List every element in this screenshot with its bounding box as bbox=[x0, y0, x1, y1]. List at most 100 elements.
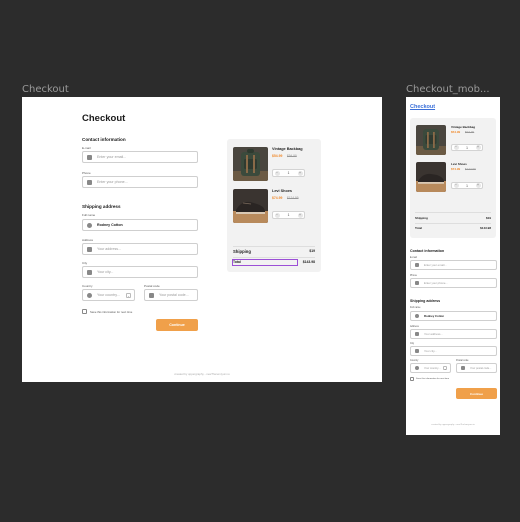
backpack-image bbox=[416, 125, 446, 155]
chevron-down-icon[interactable]: ⌄ bbox=[126, 293, 131, 298]
phone-field[interactable]: Enter your phone... bbox=[82, 176, 198, 188]
phone-placeholder: Enter your phone... bbox=[97, 180, 128, 184]
shipping-label: Shipping bbox=[415, 216, 428, 220]
city-field[interactable]: Your city... bbox=[410, 346, 497, 356]
quantity-stepper[interactable]: − 1 + bbox=[272, 169, 305, 177]
city-label: City bbox=[410, 342, 415, 345]
fullname-label: Full name bbox=[82, 213, 96, 217]
credit-footer: created by uppergraphy - newThe/emiyum.i… bbox=[174, 372, 230, 376]
save-info-label: Save this information for next time bbox=[416, 377, 450, 380]
total-label: Total bbox=[415, 226, 422, 230]
postal-field[interactable]: Your postal code... bbox=[456, 363, 497, 373]
minus-icon[interactable]: − bbox=[274, 212, 280, 218]
phone-placeholder: Enter your phone... bbox=[424, 281, 448, 285]
country-label: Country bbox=[82, 284, 93, 288]
shipping-value: $19 bbox=[309, 249, 315, 253]
item-price: $74.99 bbox=[451, 167, 461, 171]
country-placeholder: Your country... bbox=[424, 366, 441, 370]
home-icon bbox=[87, 246, 92, 252]
summary-divider bbox=[233, 257, 315, 258]
plus-icon[interactable]: + bbox=[475, 145, 481, 150]
email-field[interactable]: Enter your email... bbox=[82, 151, 198, 163]
mailbox-icon bbox=[461, 366, 465, 370]
item-name: Vintage Backbag bbox=[272, 147, 303, 151]
address-field[interactable]: Your address... bbox=[82, 243, 198, 255]
fullname-field[interactable]: Rodney Cotton bbox=[410, 311, 497, 321]
save-info-checkbox[interactable] bbox=[410, 377, 414, 381]
desktop-checkout-frame[interactable]: Checkout Contact information E-mail Ente… bbox=[22, 97, 382, 382]
building-icon bbox=[415, 349, 419, 353]
desktop-frame-label[interactable]: Checkout bbox=[22, 84, 69, 95]
fullname-value: Rodney Cotton bbox=[97, 223, 123, 227]
mobile-checkout-frame[interactable]: Checkout Vintage Backbag $54.99 $94.99 −… bbox=[406, 97, 500, 435]
postal-field[interactable]: Your postal code... bbox=[144, 289, 198, 301]
address-placeholder: Your address... bbox=[97, 247, 122, 251]
total-value: $143.98 bbox=[480, 226, 491, 230]
postal-label: Postal code bbox=[456, 359, 469, 362]
plus-icon[interactable]: + bbox=[297, 170, 303, 176]
item-price: $74.99 bbox=[272, 196, 283, 200]
country-select[interactable]: Your country... ⌄ bbox=[410, 363, 451, 373]
email-field[interactable]: Enter your email... bbox=[410, 260, 497, 270]
phone-icon bbox=[415, 281, 419, 285]
summary-divider bbox=[415, 212, 491, 213]
country-placeholder: Your country... bbox=[97, 293, 120, 297]
plus-icon[interactable]: + bbox=[297, 212, 303, 218]
quantity-stepper[interactable]: − 1 + bbox=[451, 182, 483, 189]
globe-icon bbox=[87, 292, 92, 298]
email-placeholder: Enter your email... bbox=[97, 155, 127, 159]
shoes-image bbox=[416, 162, 446, 192]
contact-heading: Contact information bbox=[82, 137, 126, 142]
item-price: $54.99 bbox=[272, 154, 283, 158]
quantity-value: 1 bbox=[466, 145, 468, 150]
fullname-field[interactable]: Rodney Cotton bbox=[82, 219, 198, 231]
quantity-stepper[interactable]: − 1 + bbox=[451, 144, 483, 151]
address-field[interactable]: Your address... bbox=[410, 329, 497, 339]
selection-outline[interactable] bbox=[232, 259, 298, 266]
minus-icon[interactable]: − bbox=[274, 170, 280, 176]
building-icon bbox=[87, 269, 92, 275]
quantity-stepper[interactable]: − 1 + bbox=[272, 211, 305, 219]
save-info-checkbox[interactable] bbox=[82, 309, 87, 314]
order-summary-panel: Vintage Backbag $54.99 $94.99 − 1 + Levi… bbox=[227, 139, 321, 272]
continue-button[interactable]: Continue bbox=[456, 388, 497, 399]
postal-label: Postal code bbox=[144, 284, 160, 288]
plus-icon[interactable]: + bbox=[475, 183, 481, 188]
postal-placeholder: Your postal code... bbox=[470, 366, 492, 370]
chevron-down-icon[interactable]: ⌄ bbox=[443, 366, 447, 371]
minus-icon[interactable]: − bbox=[453, 145, 459, 150]
page-title: Checkout bbox=[82, 113, 126, 124]
contact-heading: Contact information bbox=[410, 249, 445, 253]
mail-icon bbox=[415, 263, 419, 267]
fullname-value: Rodney Cotton bbox=[424, 314, 445, 318]
email-label: E-mail bbox=[410, 256, 417, 259]
quantity-value: 1 bbox=[287, 213, 290, 217]
shipping-row: Shipping $19 bbox=[415, 216, 491, 220]
address-label: Address bbox=[410, 325, 419, 328]
item-price: $54.99 bbox=[451, 130, 461, 134]
quantity-value: 1 bbox=[287, 171, 290, 175]
fullname-label: Full name bbox=[410, 306, 421, 309]
city-field[interactable]: Your city... bbox=[82, 266, 198, 278]
address-placeholder: Your address... bbox=[424, 332, 443, 336]
minus-icon[interactable]: − bbox=[453, 183, 459, 188]
summary-divider bbox=[233, 246, 315, 247]
city-placeholder: Your city... bbox=[424, 349, 437, 353]
phone-field[interactable]: Enter your phone... bbox=[410, 278, 497, 288]
order-summary-panel: Vintage Backbag $54.99 $94.99 − 1 + Levi… bbox=[410, 118, 496, 238]
continue-button[interactable]: Continue bbox=[156, 319, 198, 331]
shoes-image bbox=[233, 189, 268, 223]
page-title[interactable]: Checkout bbox=[410, 104, 435, 110]
country-select[interactable]: Your country... ⌄ bbox=[82, 289, 135, 301]
shipping-heading: Shipping address bbox=[82, 204, 121, 209]
country-label: Country bbox=[410, 359, 419, 362]
summary-divider bbox=[415, 223, 491, 224]
item-old-price: $94.99 bbox=[287, 154, 297, 158]
total-row: Total $143.98 bbox=[415, 226, 491, 230]
address-label: Address bbox=[82, 238, 94, 242]
phone-icon bbox=[87, 179, 92, 185]
phone-label: Phone bbox=[410, 274, 417, 277]
user-icon bbox=[87, 222, 92, 228]
item-old-price: $94.99 bbox=[465, 130, 475, 134]
mobile-frame-label[interactable]: Checkout_mob... bbox=[406, 84, 490, 95]
